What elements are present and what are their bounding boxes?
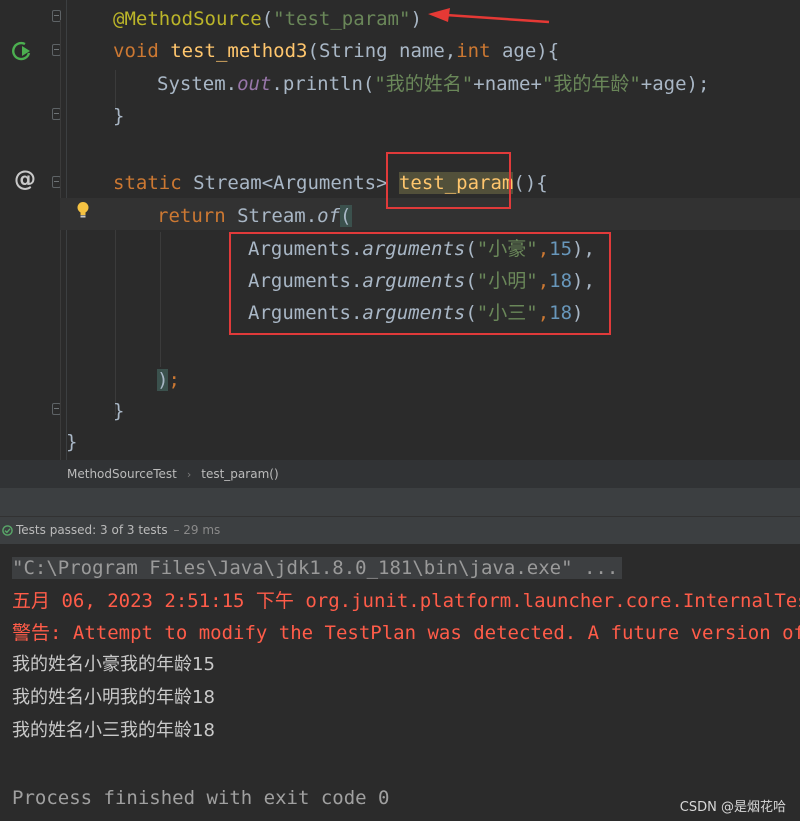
gutter-divider <box>66 0 67 460</box>
code-line-close-brace: } <box>113 101 124 131</box>
test-count: 3 of 3 tests <box>100 523 168 537</box>
breadcrumb-separator: › <box>186 468 192 481</box>
breadcrumb-class[interactable]: MethodSourceTest <box>67 467 177 481</box>
annotation-token: @MethodSource <box>113 8 262 30</box>
params-token: age){ <box>490 40 560 62</box>
keyword-token: int <box>456 40 491 62</box>
console-command-line: "C:\Program Files\Java\jdk1.8.0_181\bin\… <box>12 552 623 584</box>
code-line-class-close: } <box>66 427 77 457</box>
brace-token: } <box>113 400 125 422</box>
code-editor[interactable]: @ @MethodSource("test_param") void test_… <box>0 0 800 460</box>
override-at-icon[interactable]: @ <box>14 168 36 192</box>
method-token: of <box>317 205 341 227</box>
string-token: "test_param" <box>273 8 411 30</box>
paren-token: ( <box>261 8 274 30</box>
class-token: System. <box>157 73 238 95</box>
breadcrumb-method[interactable]: test_param() <box>201 467 278 481</box>
paren-token: ( <box>340 205 352 227</box>
console-exit-line: Process finished with exit code 0 <box>12 787 390 809</box>
paren-token: ) <box>410 8 422 30</box>
class-token: Stream. <box>225 205 318 227</box>
brace-token: } <box>66 431 78 453</box>
console-log-line: 五月 06, 2023 2:51:15 下午 org.junit.platfor… <box>12 590 800 612</box>
string-token: "我的年龄" <box>541 73 641 95</box>
method-token: .println( <box>271 73 375 95</box>
console-output-line: 我的姓名小明我的年龄18 <box>12 687 215 708</box>
code-line-return: return Stream.of( <box>157 201 352 231</box>
indent-guide <box>115 200 116 415</box>
method-name-token: test_method3 <box>170 40 308 62</box>
keyword-token: static <box>113 172 182 194</box>
params-token: (String name, <box>307 40 457 62</box>
indent-guide <box>160 232 161 367</box>
test-duration: – 29 ms <box>173 523 221 537</box>
semicolon-token: ; <box>168 369 180 391</box>
keyword-token: void <box>113 40 159 62</box>
concat-token: +name+ <box>473 73 542 95</box>
params-token: (){ <box>513 172 548 194</box>
lightbulb-icon[interactable] <box>76 201 90 219</box>
code-line-println: System.out.println("我的姓名"+name+"我的年龄"+ag… <box>157 69 709 99</box>
test-status-label: Tests passed: <box>16 523 97 537</box>
paren-token: ) <box>157 369 169 391</box>
concat-token: +age); <box>640 73 710 95</box>
string-token: "我的姓名" <box>374 73 474 95</box>
run-test-icon[interactable] <box>10 40 34 62</box>
highlight-box-arguments <box>229 232 611 335</box>
highlight-box-method-name <box>386 152 511 209</box>
panel-divider[interactable] <box>0 488 800 516</box>
brace-token: } <box>113 105 125 127</box>
arrow-annotation <box>428 8 550 24</box>
console-command[interactable]: "C:\Program Files\Java\jdk1.8.0_181\bin\… <box>12 557 623 579</box>
indent-guide <box>60 20 61 460</box>
code-line-method-signature: void test_method3(String name,int age){ <box>113 36 559 66</box>
watermark: CSDN @是烟花哈 <box>679 800 786 815</box>
code-line-close-brace: } <box>113 396 124 426</box>
console-output-line: 我的姓名小三我的年龄18 <box>12 720 215 741</box>
console-output-line: 我的姓名小豪我的年龄15 <box>12 654 215 675</box>
console-warning-line: 警告: Attempt to modify the TestPlan was d… <box>12 622 800 644</box>
type-token: Stream<Arguments> <box>181 172 399 194</box>
breadcrumb: MethodSourceTest › test_param() <box>0 460 800 488</box>
console-output[interactable]: "C:\Program Files\Java\jdk1.8.0_181\bin\… <box>0 544 800 821</box>
check-icon <box>2 525 13 536</box>
field-token: out <box>237 73 272 95</box>
code-line-annotation: @MethodSource("test_param") <box>113 4 422 34</box>
keyword-token: return <box>157 205 226 227</box>
code-line-close-paren: ); <box>157 365 180 395</box>
test-status-bar: Tests passed: 3 of 3 tests – 29 ms <box>0 516 800 544</box>
